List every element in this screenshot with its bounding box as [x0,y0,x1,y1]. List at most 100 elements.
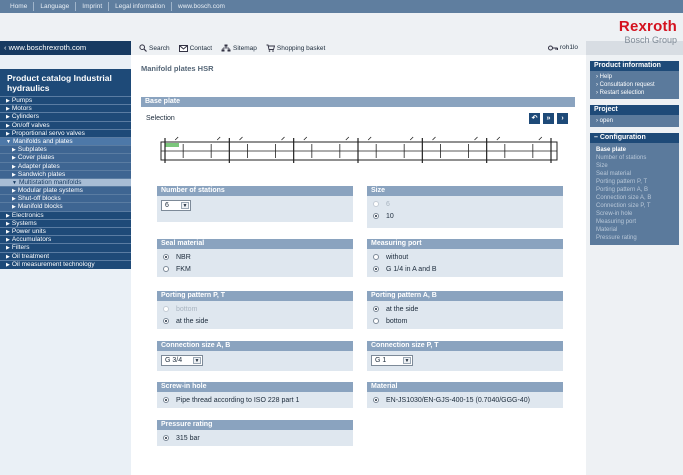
ppt-option[interactable]: at the side [157,315,353,327]
card-size: Size 6 10 [367,186,563,228]
connection-size-pt-select[interactable]: G 1 ▼ [371,355,413,366]
nav-item-systems[interactable]: ▶ Systems [0,218,131,227]
radio-checked-icon[interactable] [163,435,169,441]
nav-item-motors[interactable]: ▶ Motors [0,104,131,112]
nav-item-label: Subplates [17,146,47,154]
nav-item-adapter-plates[interactable]: ▶ Adapter plates [0,161,131,170]
top-link-legal-information[interactable]: Legal information [109,2,173,11]
nav-item-cover-plates[interactable]: ▶ Cover plates [0,153,131,162]
radio-unchecked-icon [163,306,169,312]
nav-item-accumulators[interactable]: ▶ Accumulators [0,235,131,243]
project-list: › open [590,115,679,127]
nav-item-oil-measurement-technology[interactable]: ▶ Oil measurement technology [0,259,131,268]
undo-button[interactable]: ↶ [529,113,540,124]
sidebar-link-number-of-stations[interactable]: Number of stations [590,154,679,162]
sidebar-link-measuring-port[interactable]: Measuring port [590,218,679,226]
port-option[interactable]: G 1/4 in A and B [367,263,563,275]
sidebar-link-size[interactable]: Size [590,162,679,170]
nav-item-sandwich-plates[interactable]: ▶ Sandwich plates [0,169,131,178]
option-label: without [386,253,409,261]
nav-item-on-off-valves[interactable]: ▶ On/off valves [0,120,131,129]
configuration-box: – Configuration Base plate Number of stat… [590,133,679,245]
nav-item-label: Systems [11,219,37,227]
sidebar-link-porting-pattern-p-t[interactable]: Porting pattern P, T [590,178,679,186]
top-link-language[interactable]: Language [34,2,77,11]
nav-item-label: Cylinders [11,113,39,121]
fast-forward-button[interactable]: » [543,113,554,124]
radio-checked-icon[interactable] [163,254,169,260]
sidebar-link-connection-size-p-t[interactable]: Connection size P, T [590,202,679,210]
nav-item-manifolds-and-plates[interactable]: ▼ Manifolds and plates [0,136,131,146]
catalog-nav-list: ▶ Pumps ▶ Motors ▶ Cylinders ▶ On/off valves ▶ Pr… [0,96,131,268]
nav-item-filters[interactable]: ▶ Filters [0,243,131,251]
card-connection-size-pt: Connection size P, T G 1 ▼ [367,341,563,371]
contact-button[interactable]: Contact [178,44,212,52]
nav-item-label: On/off valves [11,121,50,129]
radio-checked-icon[interactable] [373,397,379,403]
radio-unchecked-icon[interactable] [373,318,379,324]
next-button[interactable]: › [557,113,568,124]
nav-item-label: Cover plates [17,154,55,162]
nav-item-electronics[interactable]: ▶ Electronics [0,210,131,219]
rexroth-logo[interactable]: Rexroth Bosch Group [619,19,677,45]
sidebar-link-open[interactable]: › open [590,117,679,125]
nav-item-label: Motors [11,105,32,113]
nav-item-proportional-servo-valves[interactable]: ▶ Proportional servo valves [0,128,131,137]
triangle-right-icon: ▶ [12,204,16,211]
radio-checked-icon[interactable] [373,306,379,312]
nav-item-power-units[interactable]: ▶ Power units [0,227,131,235]
option-label: 315 bar [176,434,200,442]
nav-item-shut-off-blocks[interactable]: ▶ Shut-off blocks [0,194,131,203]
nav-item-pumps[interactable]: ▶ Pumps [0,96,131,104]
nav-item-modular-plate-systems[interactable]: ▶ Modular plate systems [0,186,131,195]
nav-item-oil-treatment[interactable]: ▶ Oil treatment [0,251,131,260]
pressure-option[interactable]: 315 bar [157,432,353,444]
search-button[interactable]: Search [139,44,170,52]
nav-item-subplates[interactable]: ▶ Subplates [0,145,131,154]
radio-unchecked-icon[interactable] [163,266,169,272]
size-option[interactable]: 10 [367,210,563,222]
site-url-link[interactable]: ‹ www.boschrexroth.com [0,41,131,55]
sidebar-link-pressure-rating[interactable]: Pressure rating [590,234,679,242]
card-connection-size-ab: Connection size A, B G 3/4 ▼ [157,341,353,371]
connection-size-ab-select[interactable]: G 3/4 ▼ [161,355,203,366]
radio-unchecked-icon[interactable] [373,254,379,260]
nav-item-manifold-blocks[interactable]: ▶ Manifold blocks [0,202,131,211]
option-label: at the side [386,305,419,313]
radio-checked-icon[interactable] [373,266,379,272]
nav-item-cylinders[interactable]: ▶ Cylinders [0,112,131,120]
seal-option[interactable]: NBR [157,251,353,263]
material-option[interactable]: EN-JS1030/EN-GJS-400-15 (0.7040/GGG-40) [367,394,563,406]
sidebar-link-material[interactable]: Material [590,226,679,234]
stations-select[interactable]: 6 ▼ [161,200,191,211]
radio-checked-icon[interactable] [373,213,379,219]
sidebar-link-help[interactable]: › Help [590,73,679,81]
card-porting-pattern-pt: Porting pattern P, T bottom at the side [157,291,353,329]
nav-item-multistation-manifolds[interactable]: ▼ Multistation manifolds [0,177,131,187]
radio-checked-icon[interactable] [163,318,169,324]
sitemap-icon [221,44,231,52]
triangle-right-icon: ▶ [6,98,10,104]
seal-option[interactable]: FKM [157,263,353,275]
sidebar-link-seal-material[interactable]: Seal material [590,170,679,178]
sidebar-link-porting-pattern-a-b[interactable]: Porting pattern A, B [590,186,679,194]
sidebar-link-base-plate[interactable]: Base plate [590,146,679,154]
sidebar-link-screw-in-hole[interactable]: Screw-in hole [590,210,679,218]
nav-item-label: Manifold blocks [17,203,63,211]
pab-option[interactable]: bottom [367,315,563,327]
radio-checked-icon[interactable] [163,397,169,403]
sitemap-button[interactable]: Sitemap [221,44,257,52]
catalog-panel: Product catalog Industrial hydraulics ▶ P… [0,69,131,269]
screw-option[interactable]: Pipe thread according to ISO 228 part 1 [157,394,353,406]
sidebar-link-connection-size-a-b[interactable]: Connection size A, B [590,194,679,202]
port-option[interactable]: without [367,251,563,263]
sidebar-link-restart-selection[interactable]: › Restart selection [590,89,679,97]
top-link-home[interactable]: Home [4,2,35,11]
top-link-www-bosch-com[interactable]: www.bosch.com [172,2,231,11]
pab-option[interactable]: at the side [367,303,563,315]
pressure-options: 315 bar [157,430,353,444]
user-login[interactable]: roh1lo [547,44,578,51]
shopping-basket-button[interactable]: Shopping basket [266,44,325,52]
sidebar-link-consultation-request[interactable]: › Consultation request [590,81,679,89]
top-link-imprint[interactable]: Imprint [76,2,110,11]
